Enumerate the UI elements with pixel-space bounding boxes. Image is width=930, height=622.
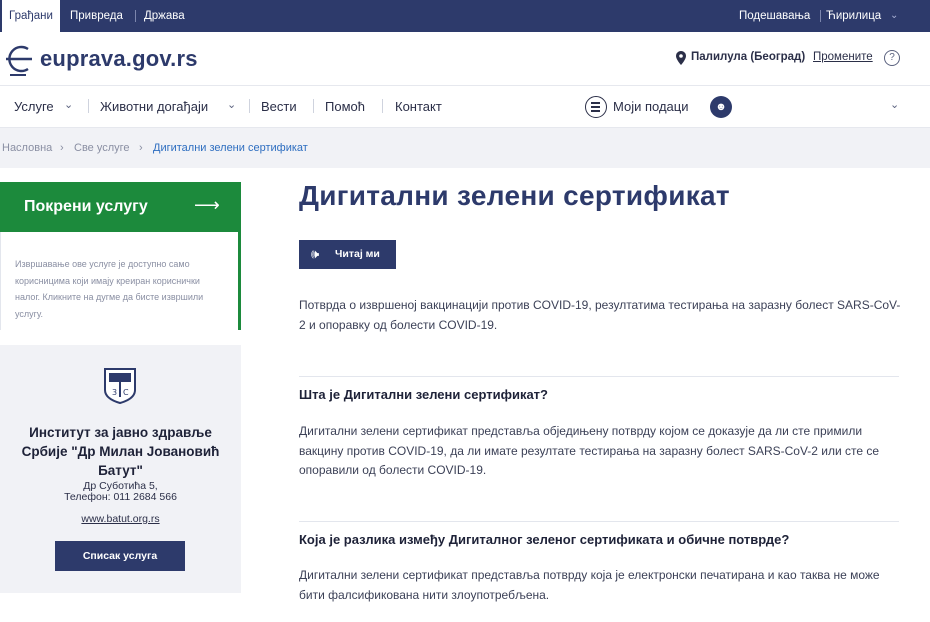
read-aloud-button[interactable]: 🕪 Читај ми [299, 240, 396, 269]
main-nav: Услуге ⌄ Животни догађаји ⌄ Вести Помоћ … [0, 86, 930, 128]
nav-item-contact[interactable]: Контакт [395, 99, 442, 114]
speaker-icon: 🕪 [311, 246, 320, 261]
chevron-down-icon[interactable]: ⌄ [890, 0, 898, 32]
institute-crest-icon: 3 C [104, 368, 136, 404]
section-divider [299, 376, 899, 377]
my-data-link[interactable]: Моји подаци [613, 99, 688, 114]
chevron-down-icon[interactable]: ⌄ [890, 98, 899, 111]
section-text: Дигитални зелени сертификат представља п… [299, 568, 880, 602]
section-text: Дигитални зелени сертификат представља о… [299, 424, 880, 477]
nav-item-news[interactable]: Вести [261, 99, 297, 114]
location-pin-icon [676, 51, 686, 65]
divider [135, 10, 136, 22]
breadcrumb: Насловна › Све услуге › Дигитални зелени… [0, 128, 930, 168]
script-selector[interactable]: Ћирилица [826, 0, 881, 32]
institution-card: 3 C Институт за јавно здравље Србије "Др… [0, 345, 241, 593]
breadcrumb-home[interactable]: Насловна [2, 142, 52, 154]
institution-address: Др Суботића 5, Телефон: 011 2684 566 [10, 481, 231, 503]
user-account-icon[interactable]: ☻ [710, 96, 732, 118]
services-list-button[interactable]: Списак услуга [55, 541, 185, 571]
tab-citizens[interactable]: Грађани [2, 0, 60, 32]
nav-item-life-events[interactable]: Животни догађаји [100, 99, 208, 114]
intro-paragraph: Потврда о извршеној вакцинацији против C… [299, 298, 901, 332]
start-service-note: Извршавање ове услуге је доступно само к… [0, 232, 241, 330]
tab-state[interactable]: Држава [144, 0, 185, 32]
breadcrumb-all-services[interactable]: Све услуге [74, 142, 130, 154]
site-logo-text[interactable]: euprava.gov.rs [40, 46, 198, 72]
institution-name: Институт за јавно здравље Србије "Др Мил… [21, 425, 220, 478]
section-divider [299, 521, 899, 522]
tab-business[interactable]: Привреда [70, 0, 123, 32]
section-heading: Која је разлика између Дигиталног зелено… [299, 532, 790, 547]
arrow-right-icon: ⟶ [194, 195, 220, 215]
breadcrumb-separator-icon: › [139, 142, 143, 154]
nav-item-help[interactable]: Помоћ [325, 99, 365, 114]
svg-text:C: C [123, 388, 129, 397]
svg-text:3: 3 [112, 388, 117, 397]
location-label: Палилула (Београд) [691, 51, 806, 63]
change-location-link[interactable]: Промените [813, 51, 873, 63]
help-icon[interactable]: ? [884, 50, 900, 66]
my-data-icon[interactable] [585, 96, 607, 118]
page-title: Дигитални зелени сертификат [299, 180, 730, 211]
euprava-logo-icon[interactable] [2, 39, 36, 79]
site-header: euprava.gov.rs Палилула (Београд) Промен… [0, 32, 930, 86]
divider [249, 99, 250, 113]
section-heading: Шта је Дигитални зелени сертификат? [299, 387, 548, 402]
breadcrumb-current: Дигитални зелени сертификат [153, 142, 308, 154]
start-service-label: Покрени услугу [24, 198, 148, 215]
settings-link[interactable]: Подешавања [739, 0, 810, 32]
chevron-down-icon[interactable]: ⌄ [227, 98, 236, 111]
institution-website-link[interactable]: www.batut.org.rs [10, 513, 231, 525]
read-aloud-label: Читај ми [335, 248, 380, 260]
chevron-down-icon[interactable]: ⌄ [64, 98, 73, 111]
divider [88, 99, 89, 113]
divider [820, 10, 821, 22]
login-requirement-text: Извршавање ове услуге је доступно само к… [15, 259, 204, 319]
institution-phone: Телефон: 011 2684 566 [64, 491, 177, 503]
divider [313, 99, 314, 113]
divider [382, 99, 383, 113]
breadcrumb-separator-icon: › [60, 142, 64, 154]
top-bar: Грађани Привреда Држава Подешавања Ћирил… [0, 0, 930, 32]
start-service-button[interactable]: Покрени услугу ⟶ [0, 182, 241, 232]
nav-item-services[interactable]: Услуге [14, 99, 54, 114]
